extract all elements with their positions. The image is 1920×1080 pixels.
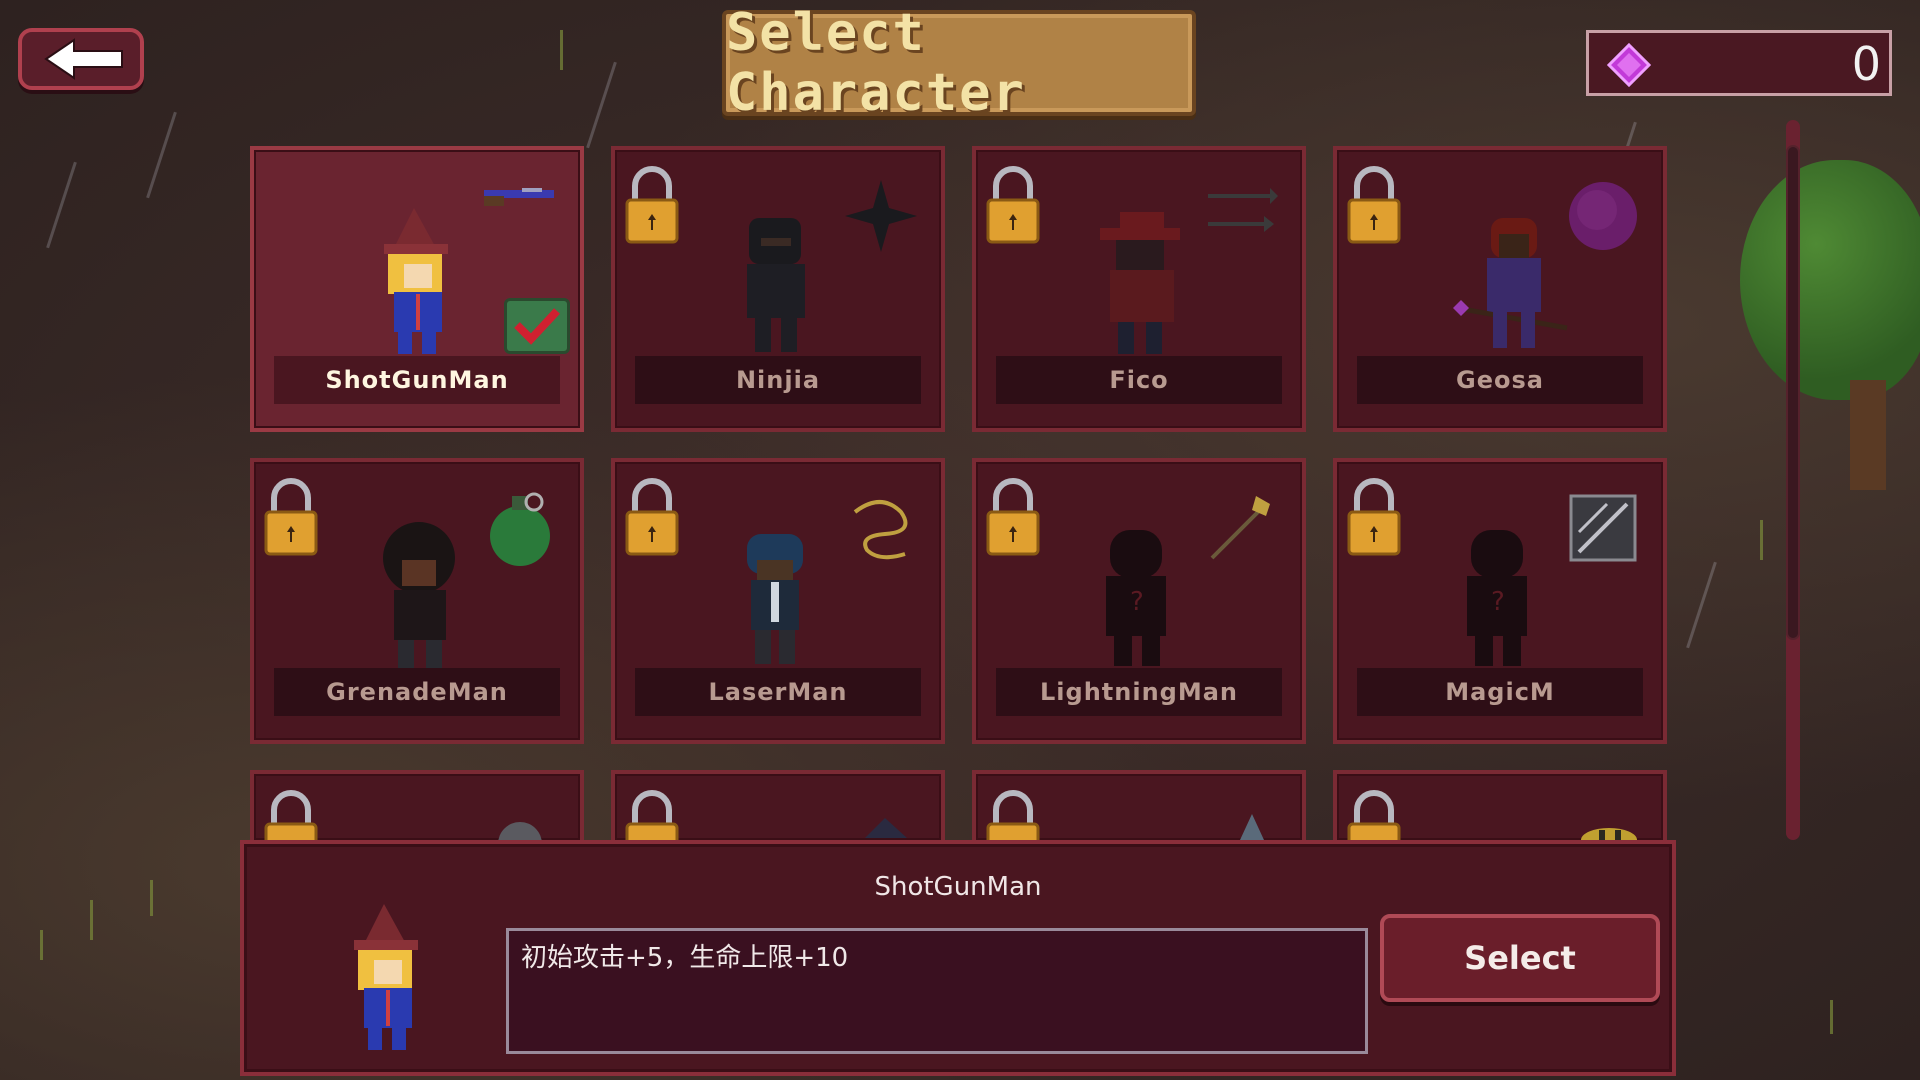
character-name: LightningMan — [996, 668, 1282, 716]
gem-icon — [1607, 43, 1651, 87]
grenademan-sprite — [383, 522, 455, 668]
mystery-silhouette-icon: ? — [1467, 530, 1527, 666]
character-detail-panel: ShotGunMan 初始攻击+5，生命上限+10 Select — [240, 840, 1676, 1076]
character-name: Ninjia — [635, 356, 921, 404]
character-card-geosa[interactable]: Geosa — [1333, 146, 1667, 432]
laser-coil-icon — [853, 500, 908, 560]
character-name: Geosa — [1357, 356, 1643, 404]
grass-tuft — [40, 930, 43, 960]
character-card-lightningman[interactable]: ? LightningMan — [972, 458, 1306, 744]
character-card-laserman[interactable]: LaserMan — [611, 458, 945, 744]
character-card-shotgunman[interactable]: ShotGunMan — [250, 146, 584, 432]
character-card-locked[interactable] — [972, 770, 1306, 850]
tree-trunk — [1850, 380, 1886, 490]
lock-icon — [986, 478, 1040, 556]
grass-tuft — [150, 880, 153, 916]
selected-check-icon — [504, 298, 570, 354]
ninjia-sprite — [747, 218, 805, 352]
grass-tuft — [90, 900, 93, 940]
tree-canopy — [1740, 160, 1920, 400]
lightning-staff-icon — [1210, 496, 1270, 560]
lock-icon — [264, 478, 318, 556]
lock-icon — [625, 166, 679, 244]
character-card-locked[interactable] — [1333, 770, 1667, 850]
svg-text:?: ? — [1491, 587, 1505, 617]
purple-orb-icon — [1569, 182, 1637, 250]
lock-icon — [986, 166, 1040, 244]
grass-tuft — [1760, 520, 1763, 560]
character-name: LaserMan — [635, 668, 921, 716]
character-card-grenademan[interactable]: GrenadeMan — [250, 458, 584, 744]
scrollbar-thumb[interactable] — [1786, 145, 1800, 640]
mystery-silhouette-icon: ? — [1106, 530, 1166, 666]
back-button[interactable] — [18, 28, 144, 90]
fico-sprite — [1100, 212, 1180, 354]
character-description: 初始攻击+5，生命上限+10 — [506, 928, 1368, 1054]
character-name: GrenadeMan — [274, 668, 560, 716]
shuriken-icon — [845, 180, 917, 252]
shotgunman-portrait — [354, 904, 418, 1050]
character-card-locked[interactable] — [250, 770, 584, 850]
grenade-icon — [490, 492, 550, 566]
back-arrow-icon — [44, 38, 123, 80]
magic-frame-icon — [1569, 494, 1637, 562]
grass-tuft — [560, 30, 563, 70]
shotgunman-sprite — [384, 208, 448, 354]
character-card-magicm[interactable]: ? MagicM — [1333, 458, 1667, 744]
character-name: ShotGunMan — [274, 356, 560, 404]
lock-icon — [1347, 166, 1401, 244]
lock-icon — [1347, 478, 1401, 556]
axe-icon — [1240, 814, 1264, 840]
geosa-sprite — [1453, 218, 1568, 348]
svg-text:?: ? — [1130, 587, 1144, 617]
lock-icon — [625, 478, 679, 556]
detail-character-name: ShotGunMan — [874, 872, 1042, 902]
bird-icon — [865, 818, 907, 838]
character-card-ninjia[interactable]: Ninjia — [611, 146, 945, 432]
arrows-icon — [1208, 188, 1278, 232]
title-banner: Select Character — [722, 3, 1196, 123]
page-title: Select Character — [726, 3, 1026, 123]
character-name: MagicM — [1357, 668, 1643, 716]
select-button[interactable]: Select — [1380, 914, 1660, 1002]
gem-count: 0 — [1851, 37, 1881, 91]
shotgun-icon — [484, 188, 554, 206]
gem-counter: 0 — [1586, 30, 1892, 96]
character-name: Fico — [996, 356, 1282, 404]
laserman-sprite — [747, 534, 803, 664]
character-card-locked[interactable] — [611, 770, 945, 850]
character-card-fico[interactable]: Fico — [972, 146, 1306, 432]
grass-tuft — [1830, 1000, 1833, 1034]
